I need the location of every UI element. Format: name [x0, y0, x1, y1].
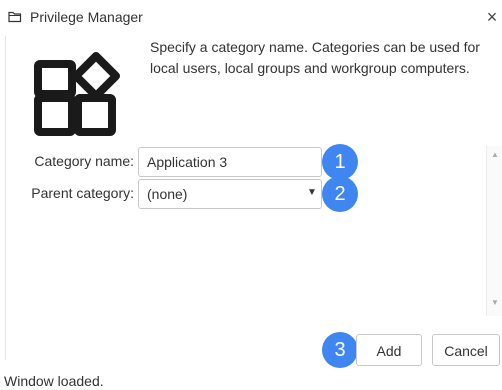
scroll-up-icon[interactable]: ▲	[489, 150, 501, 159]
scrollbar[interactable]: ▲ ▼	[486, 146, 502, 316]
callout-badge-2: 2	[322, 176, 358, 212]
category-name-label: Category name:	[34, 153, 134, 169]
status-text: Window loaded.	[4, 373, 104, 389]
parent-category-label: Parent category:	[31, 185, 134, 201]
title-bar: Privilege Manager ×	[0, 0, 502, 36]
window-title: Privilege Manager	[30, 9, 143, 25]
cancel-button[interactable]: Cancel	[432, 334, 500, 366]
description-line: Specify a category name. Categories can …	[150, 39, 480, 55]
parent-category-value: (none)	[147, 186, 188, 202]
parent-category-select[interactable]: (none) ▼	[138, 179, 322, 209]
description: Specify a category name. Categories can …	[150, 37, 502, 79]
caret-down-icon: ▼	[307, 187, 317, 198]
content-border	[5, 36, 6, 360]
folder-outline-icon	[8, 11, 22, 23]
category-grid-icon	[34, 52, 120, 136]
scroll-down-icon[interactable]: ▼	[489, 298, 501, 307]
callout-badge-3: 3	[322, 332, 358, 368]
description-line: local users, local groups and workgroup …	[150, 60, 470, 76]
close-button[interactable]: ×	[484, 6, 500, 28]
callout-badge-1: 1	[322, 144, 358, 180]
close-icon: ×	[486, 7, 498, 27]
category-name-input[interactable]	[138, 147, 322, 177]
add-button[interactable]: Add	[356, 334, 422, 366]
